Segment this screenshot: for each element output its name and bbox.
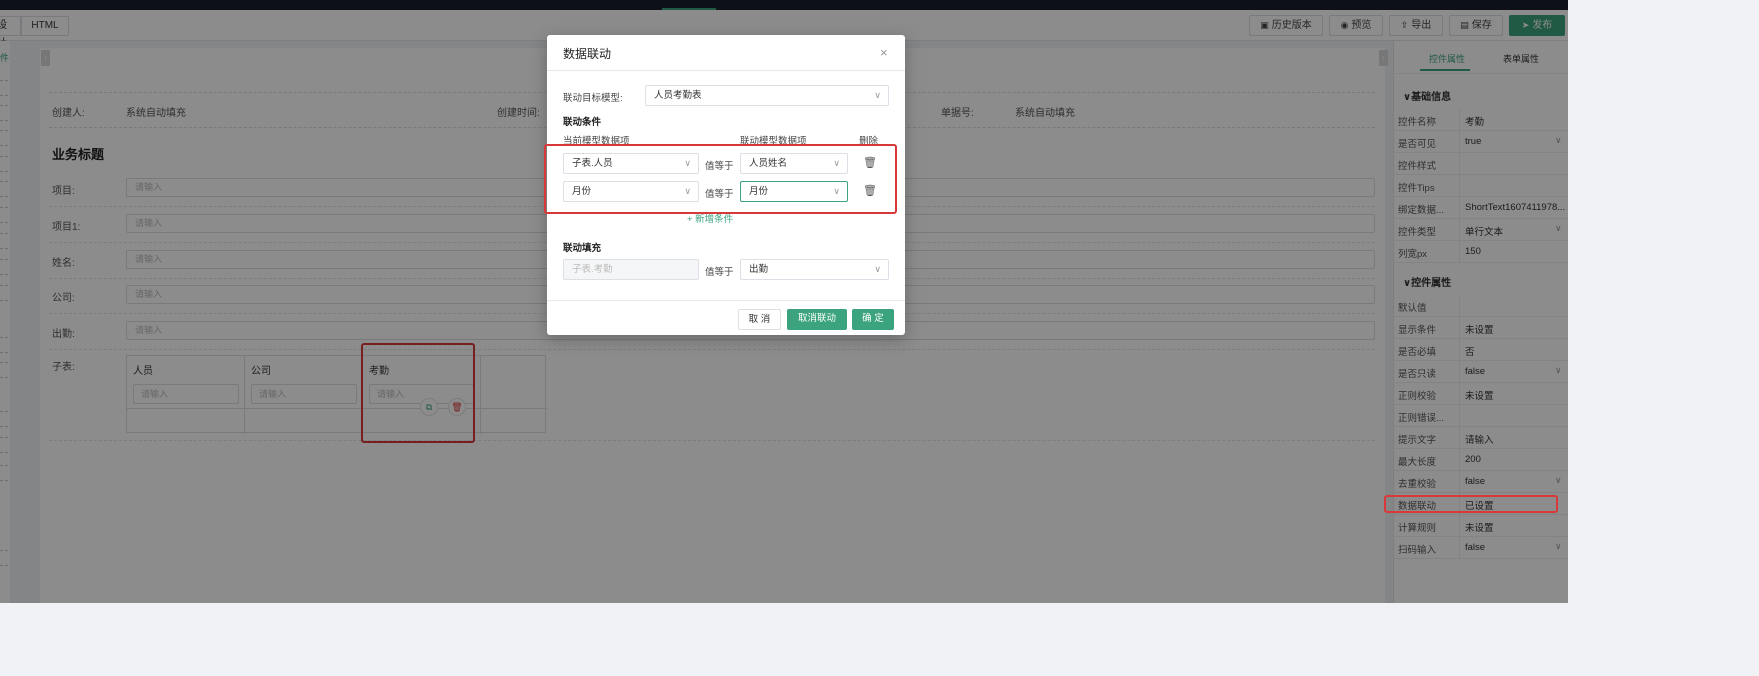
fill-linked-value: 出勤 xyxy=(749,264,769,275)
target-model-value: 人员考勤表 xyxy=(654,90,702,101)
fill-operator: 值等于 xyxy=(705,267,734,278)
dialog-header-divider xyxy=(547,70,905,71)
unlink-button[interactable]: 取消联动 xyxy=(787,309,847,330)
chevron-down-icon: ∨ xyxy=(874,264,881,274)
data-linkage-highlight xyxy=(1384,495,1558,513)
chevron-down-icon: ∨ xyxy=(874,90,881,100)
conditions-label: 联动条件 xyxy=(563,117,602,128)
fill-linked-select[interactable]: 出勤 ∨ xyxy=(740,259,889,280)
target-model-select[interactable]: 人员考勤表 ∨ xyxy=(645,85,889,106)
target-model-label: 联动目标模型: xyxy=(563,93,623,104)
fill-label: 联动填充 xyxy=(563,243,602,254)
dialog-title: 数据联动 xyxy=(563,47,612,61)
fill-current-value: 子表.考勤 xyxy=(572,264,613,275)
fill-current-select: 子表.考勤 xyxy=(563,259,699,280)
close-icon[interactable]: × xyxy=(880,45,888,60)
conditions-highlight xyxy=(544,144,897,214)
confirm-button[interactable]: 确 定 xyxy=(852,309,894,330)
dialog-footer-divider xyxy=(547,300,905,301)
cancel-button[interactable]: 取 消 xyxy=(738,309,781,330)
